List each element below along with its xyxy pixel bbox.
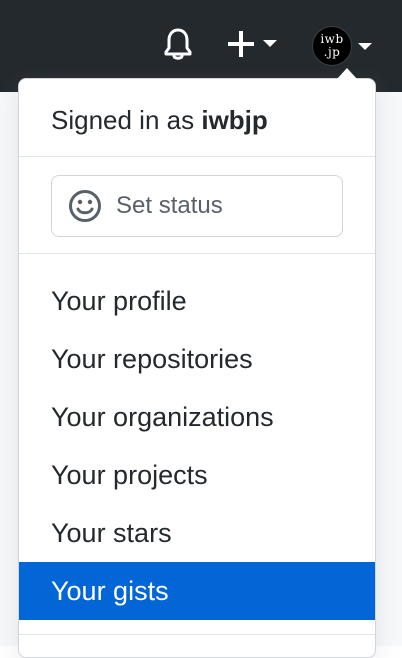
user-dropdown-menu: Signed in as iwbjp Set status Your profi… (18, 68, 376, 658)
avatar[interactable]: iwb .jp (312, 26, 352, 66)
menu-item-your-repositories[interactable]: Your repositories (19, 330, 375, 388)
page-background (376, 92, 402, 646)
bell-icon[interactable] (158, 24, 198, 64)
username: iwbjp (201, 105, 268, 135)
page-background (0, 92, 18, 646)
set-status-button[interactable]: Set status (51, 175, 343, 237)
divider (19, 253, 375, 254)
menu-item-your-gists[interactable]: Your gists (19, 562, 375, 620)
dropdown-caret (337, 68, 357, 79)
menu-item-your-profile[interactable]: Your profile (19, 272, 375, 330)
menu-item-your-organizations[interactable]: Your organizations (19, 388, 375, 446)
create-new-button[interactable] (226, 26, 286, 62)
avatar-text-line2: .jp (323, 45, 341, 59)
chevron-down-icon (263, 40, 277, 47)
signed-in-header: Signed in as iwbjp (51, 105, 268, 136)
chevron-down-icon[interactable] (358, 43, 372, 50)
signed-in-prefix: Signed in as (51, 105, 195, 135)
set-status-label: Set status (116, 192, 223, 219)
user-menu-button[interactable]: iwb .jp (308, 22, 380, 68)
plus-icon (228, 31, 254, 57)
menu-item-your-projects[interactable]: Your projects (19, 446, 375, 504)
divider (19, 156, 375, 157)
menu-item-your-stars[interactable]: Your stars (19, 504, 375, 562)
smiley-icon (68, 189, 102, 223)
divider (19, 634, 375, 635)
